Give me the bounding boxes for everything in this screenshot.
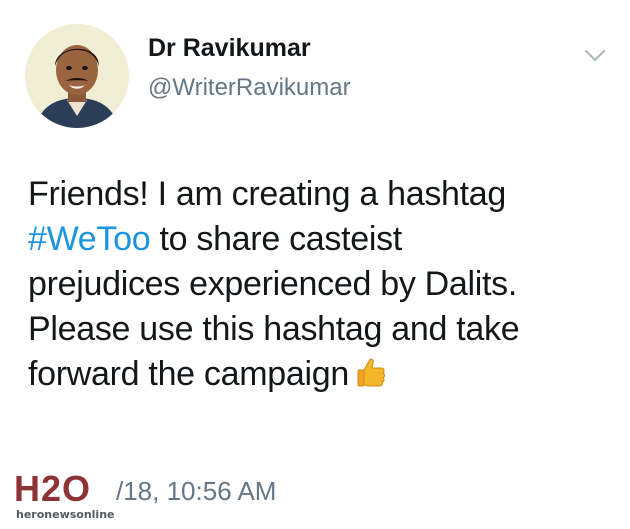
hashtag-link[interactable]: #WeToo xyxy=(28,220,151,258)
tweet-text-fragment: to share casteist xyxy=(150,220,402,258)
thumbs-up-icon xyxy=(355,355,389,401)
watermark: H2O heronewsonline xyxy=(14,468,115,522)
tweet-text: Friends! I am creating a hashtag #WeToo … xyxy=(28,172,618,401)
watermark-logo: H2O xyxy=(14,468,92,509)
tweet-text-line: #WeToo to share casteist xyxy=(28,217,618,262)
tweet-text-line: Friends! I am creating a hashtag xyxy=(28,175,506,213)
tweet-card: Dr Ravikumar @WriterRavikumar Friends! I… xyxy=(0,0,630,529)
tweet-text-line: prejudices experienced by Dalits. xyxy=(28,265,518,303)
tweet-text-fragment: forward the campaign xyxy=(28,355,349,393)
watermark-text: heronewsonline xyxy=(16,508,115,521)
tweet-text-line: Please use this hashtag and take xyxy=(28,310,520,348)
avatar[interactable] xyxy=(25,24,129,128)
tweet-text-line: forward the campaign xyxy=(28,352,618,401)
user-handle[interactable]: @WriterRavikumar xyxy=(148,74,351,102)
chevron-down-icon[interactable] xyxy=(580,44,610,68)
profile-photo-icon xyxy=(25,24,129,128)
display-name[interactable]: Dr Ravikumar xyxy=(148,34,311,63)
tweet-timestamp[interactable]: /18, 10:56 AM xyxy=(116,476,276,507)
